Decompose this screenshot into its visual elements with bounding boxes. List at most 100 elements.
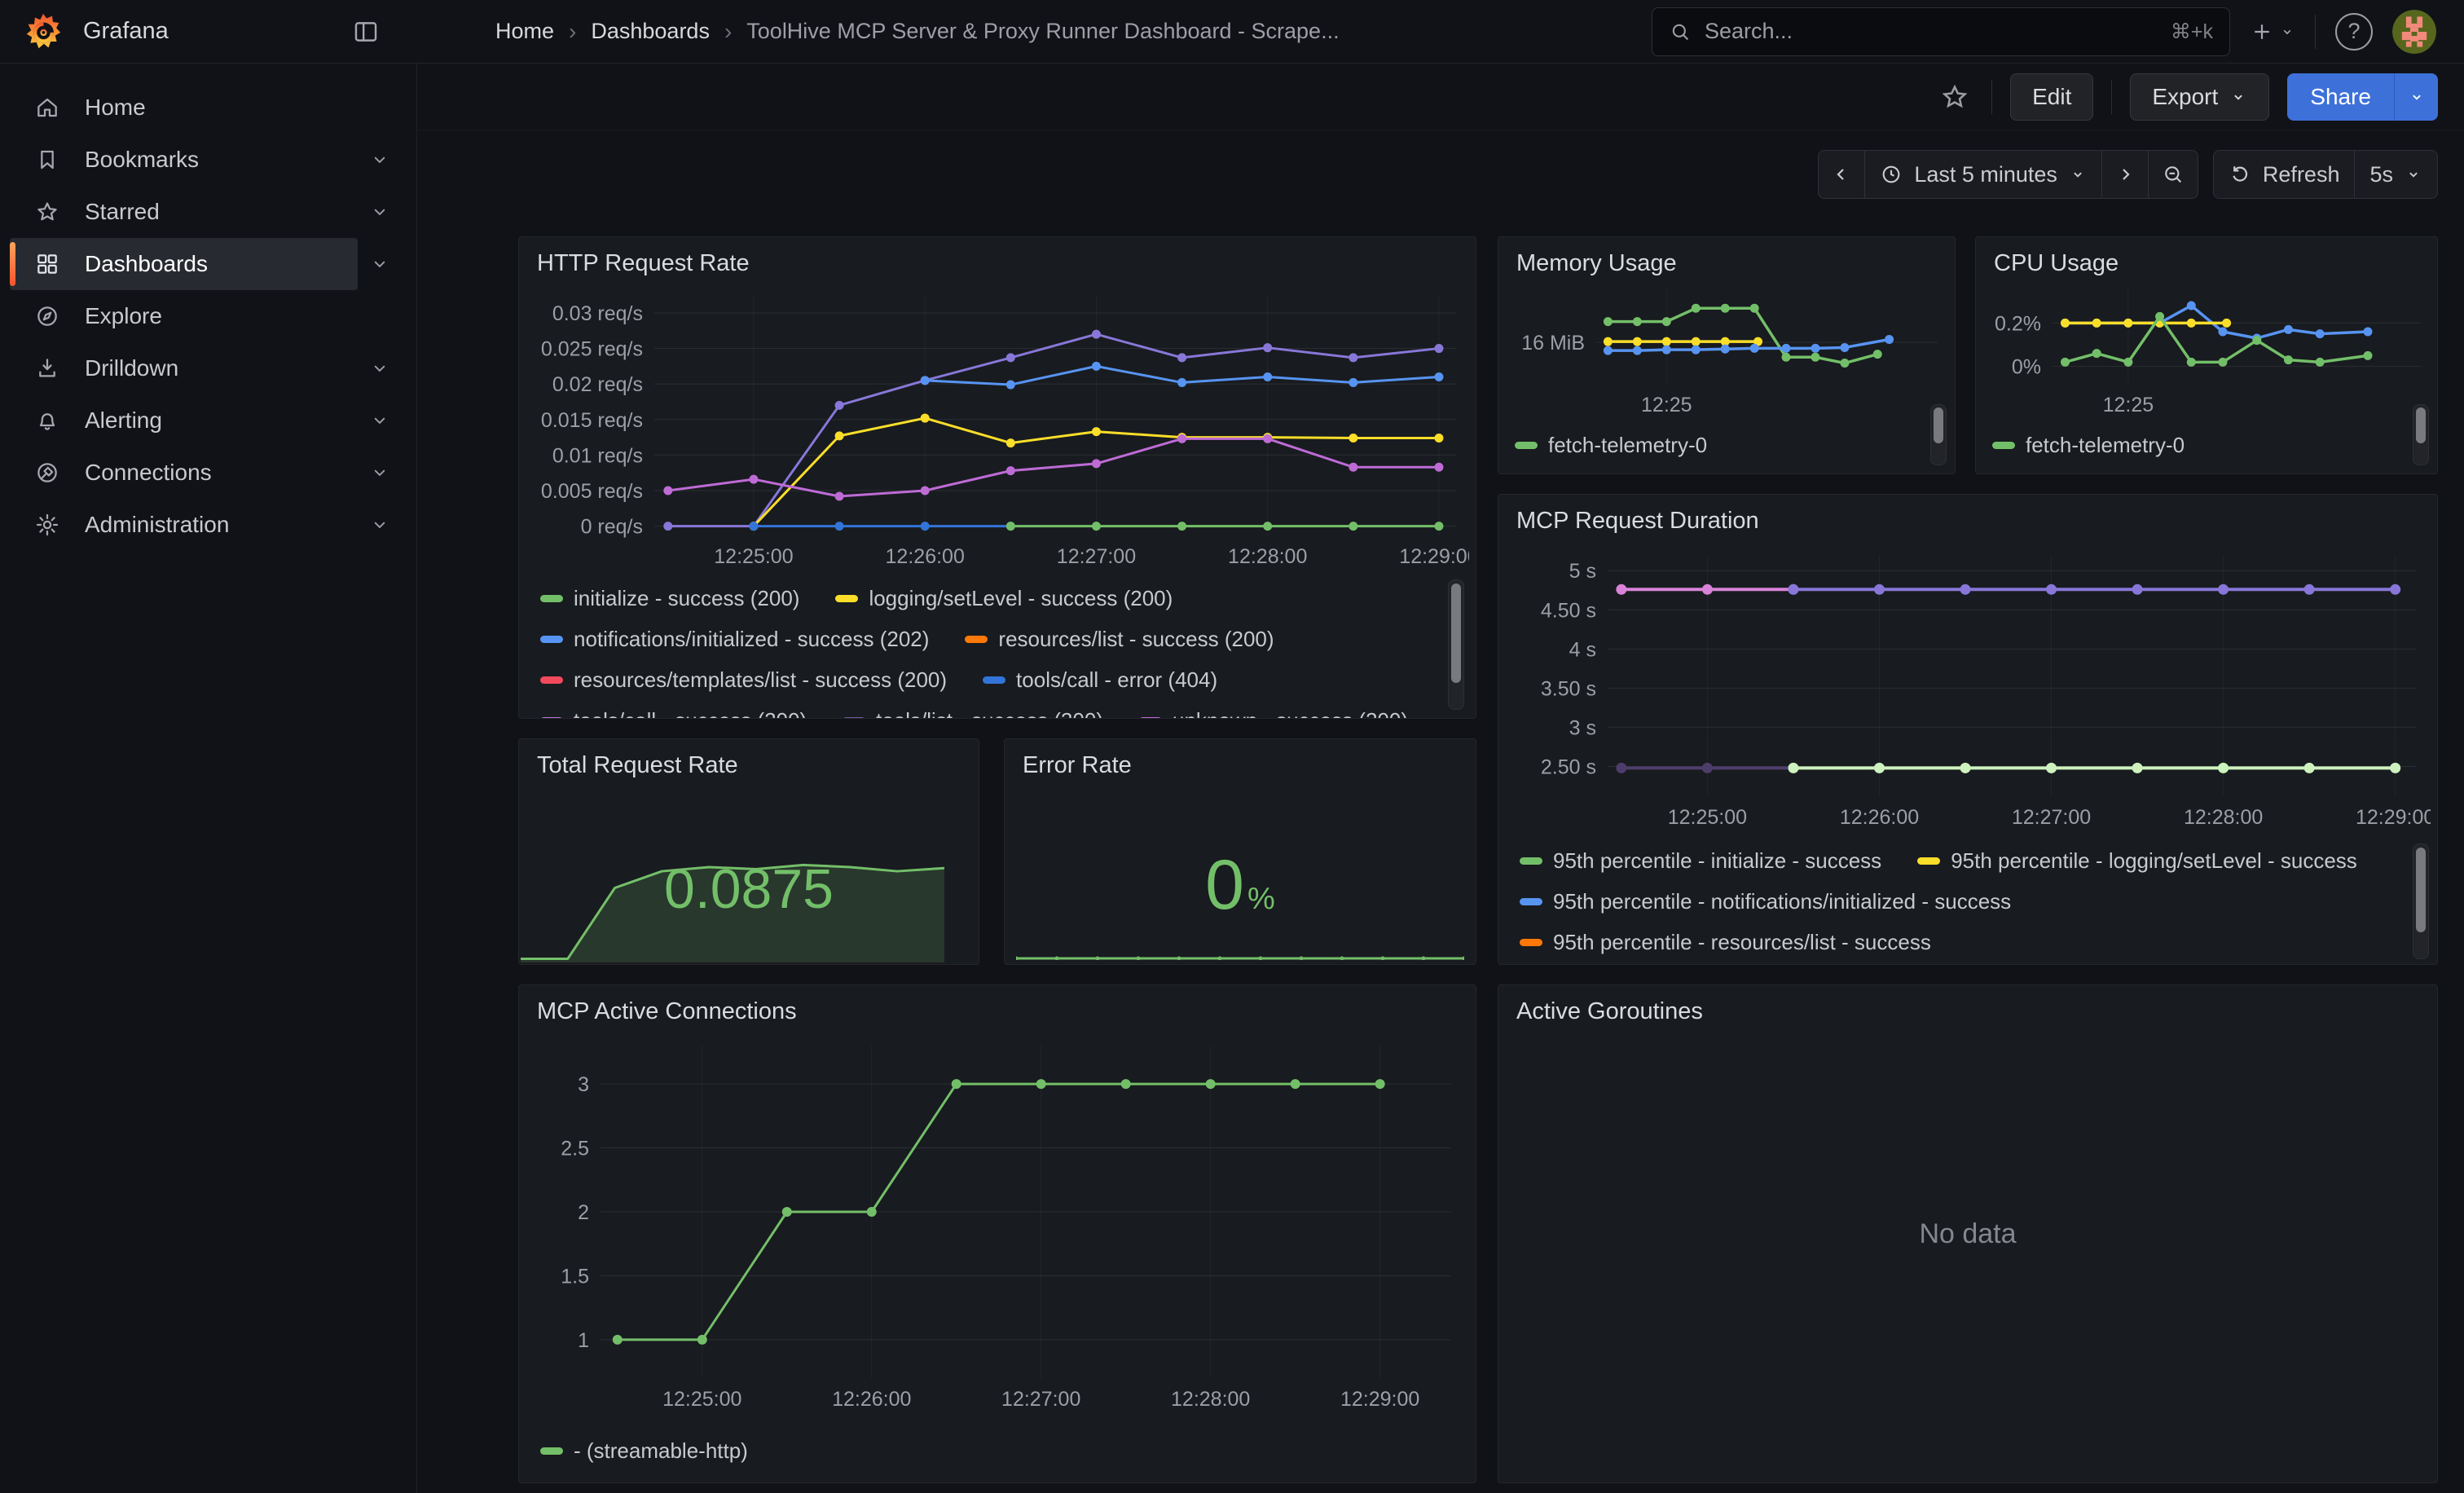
legend-swatch <box>540 676 563 684</box>
http-request-rate-chart[interactable]: 12:25:0012:26:0012:27:0012:28:0012:29:00… <box>526 283 1469 573</box>
svg-text:1.5: 1.5 <box>561 1265 589 1288</box>
toolbar-divider <box>1991 80 1992 114</box>
sidebar-item-home[interactable]: Home <box>10 81 402 134</box>
no-data-message: No data <box>1498 985 2437 1482</box>
favorite-star-button[interactable] <box>1936 78 1973 116</box>
legend-scrollbar-thumb[interactable] <box>2416 848 2426 932</box>
panel-cpu-usage: CPU Usage 12:250.2%0% fetch-telemetry-0 <box>1975 236 2438 474</box>
legend-scrollbar-thumb[interactable] <box>2416 407 2426 443</box>
svg-text:12:25:00: 12:25:00 <box>662 1388 741 1411</box>
sidebar-item-bookmarks[interactable]: Bookmarks <box>10 134 358 186</box>
zoom-out-icon <box>2162 163 2185 186</box>
legend-item[interactable]: 95th percentile - notifications/initiali… <box>1520 889 2011 914</box>
legend-item[interactable]: 95th percentile - initialize - success <box>1520 848 1881 873</box>
user-avatar[interactable] <box>2392 10 2436 54</box>
legend-scrollbar-thumb[interactable] <box>1451 584 1461 683</box>
sidebar-item-starred[interactable]: Starred <box>10 186 358 238</box>
grid-icon <box>10 251 85 277</box>
memory-usage-chart[interactable]: 12:2516 MiB <box>1505 273 1948 418</box>
legend-swatch <box>843 717 865 720</box>
help-button[interactable]: ? <box>2332 10 2376 54</box>
sidebar-row-explore: Explore <box>0 290 416 342</box>
chevron-down-icon[interactable] <box>358 513 402 536</box>
home-icon <box>10 95 85 121</box>
panel-total-request-rate: Total Request Rate 0.0875 <box>518 738 979 965</box>
chevron-down-icon[interactable] <box>358 148 402 171</box>
share-button[interactable]: Share <box>2287 73 2394 121</box>
legend-item[interactable]: resources/templates/list - success (200) <box>540 667 947 692</box>
chevron-down-icon[interactable] <box>358 253 402 275</box>
svg-text:1: 1 <box>578 1329 589 1352</box>
legend-item[interactable]: - (streamable-http) <box>540 1438 748 1463</box>
panel-title[interactable]: Error Rate <box>1005 739 1476 779</box>
refresh-button[interactable]: Refresh <box>2214 151 2355 198</box>
legend-item[interactable]: notifications/initialized - success (202… <box>540 627 929 651</box>
legend-item[interactable]: fetch-telemetry-0 <box>1992 433 2185 457</box>
svg-text:12:27:00: 12:27:00 <box>2012 806 2091 829</box>
legend-item[interactable]: tools/call - error (404) <box>983 667 1217 692</box>
zoom-out-button[interactable] <box>2148 151 2198 198</box>
time-shift-forward-button[interactable] <box>2101 151 2148 198</box>
legend-item[interactable]: 95th percentile - resources/list - succe… <box>1520 930 1931 954</box>
legend-label: initialize - success (200) <box>574 586 799 610</box>
legend-label: 95th percentile - logging/setLevel - suc… <box>1951 848 2357 873</box>
duration-chart-legend: 95th percentile - initialize - success 95… <box>1520 840 2413 965</box>
legend-label: unknown - success (200) <box>1173 708 1408 719</box>
legend-item[interactable]: unknown - success (200) <box>1139 708 1408 719</box>
sidebar-item-administration[interactable]: Administration <box>10 499 358 551</box>
panel-title[interactable]: CPU Usage <box>1976 237 2437 277</box>
export-button[interactable]: Export <box>2130 73 2269 121</box>
cpu-usage-chart[interactable]: 12:250.2%0% <box>1982 273 2431 418</box>
legend-row: 95th percentile - resources/list - succe… <box>1520 930 2413 954</box>
legend-swatch <box>983 676 1005 684</box>
sidebar-item-explore[interactable]: Explore <box>10 290 402 342</box>
breadcrumb-home[interactable]: Home <box>495 19 554 44</box>
legend-scrollbar-thumb[interactable] <box>1934 407 1943 443</box>
sidebar-item-drilldown[interactable]: Drilldown <box>10 342 358 394</box>
sidebar-item-alerting[interactable]: Alerting <box>10 394 358 447</box>
share-options-button[interactable] <box>2394 73 2438 121</box>
time-shift-back-button[interactable] <box>1819 151 1864 198</box>
refresh-interval-picker[interactable]: 5s <box>2354 151 2437 198</box>
legend-swatch <box>1520 939 1542 946</box>
panel-title[interactable]: Total Request Rate <box>519 739 979 779</box>
sidebar-nav: HomeBookmarksStarred Dashboards ExploreDri… <box>0 64 417 1493</box>
legend-swatch <box>540 636 563 643</box>
chevron-down-icon[interactable] <box>358 200 402 223</box>
mcp-active-connections-chart[interactable]: 12:25:0012:26:0012:27:0012:28:0012:29:00… <box>526 1031 1469 1420</box>
legend-item[interactable]: logging/setLevel - success (200) <box>835 586 1173 610</box>
edit-button[interactable]: Edit <box>2010 73 2093 121</box>
sidebar-item-connections[interactable]: Connections <box>10 447 358 499</box>
breadcrumb-separator: › <box>569 19 576 45</box>
stat-value: 0% <box>1005 850 1476 920</box>
svg-text:0.005 req/s: 0.005 req/s <box>541 480 643 503</box>
mcp-request-duration-chart[interactable]: 12:25:0012:26:0012:27:0012:28:0012:29:00… <box>1505 540 2431 835</box>
http-chart-legend: initialize - success (200) logging/setLev… <box>540 576 1451 719</box>
gear-icon <box>10 512 85 538</box>
panel-title[interactable]: HTTP Request Rate <box>519 237 1476 277</box>
legend-item[interactable]: initialize - success (200) <box>540 586 799 610</box>
panel-title[interactable]: MCP Request Duration <box>1498 495 2437 535</box>
legend-item[interactable]: fetch-telemetry-0 <box>1515 433 1707 457</box>
add-new-button[interactable] <box>2246 16 2299 47</box>
legend-row: 95th percentile - notifications/initiali… <box>1520 889 2413 914</box>
time-range-group: Last 5 minutes <box>1818 150 2198 199</box>
chevron-down-icon[interactable] <box>358 409 402 432</box>
chevron-down-icon[interactable] <box>358 461 402 484</box>
legend-item[interactable]: tools/call - success (200) <box>540 708 807 719</box>
chevron-down-icon[interactable] <box>358 357 402 380</box>
sidebar-item-label: Dashboards <box>85 251 208 277</box>
sidebar-toggle-button[interactable] <box>347 13 385 51</box>
sidebar-item-dashboards[interactable]: Dashboards <box>10 238 358 290</box>
legend-item[interactable]: resources/list - success (200) <box>965 627 1274 651</box>
panel-title[interactable]: Memory Usage <box>1498 237 1955 277</box>
time-range-picker[interactable]: Last 5 minutes <box>1864 151 2101 198</box>
search-input[interactable]: Search... ⌘+k <box>1652 7 2230 56</box>
grafana-logo-icon[interactable] <box>24 13 62 51</box>
legend-item[interactable]: 95th percentile - logging/setLevel - suc… <box>1917 848 2357 873</box>
legend-item[interactable]: tools/list - success (200) <box>843 708 1103 719</box>
legend-swatch <box>1520 898 1542 905</box>
panel-title[interactable]: MCP Active Connections <box>519 985 1476 1025</box>
chevron-down-icon <box>2405 165 2422 183</box>
breadcrumb-dashboards[interactable]: Dashboards <box>591 19 710 44</box>
